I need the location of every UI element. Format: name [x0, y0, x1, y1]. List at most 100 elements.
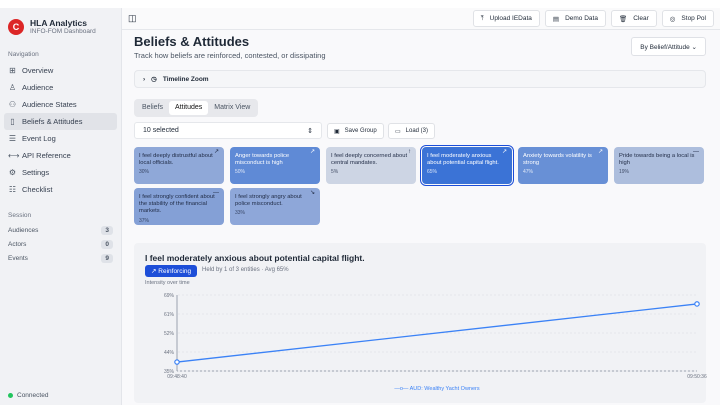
load-button[interactable]: ▭ Load (3) — [388, 123, 436, 139]
timeline-zoom-toggle[interactable]: › ◷ Timeline Zoom — [134, 70, 706, 88]
tab-attitudes[interactable]: Attitudes — [169, 101, 209, 115]
trend-icon: — — [213, 190, 219, 196]
folder-icon: ▭ — [395, 129, 401, 135]
trend-icon: — — [693, 149, 699, 155]
attitude-cards: ↗ I feel deeply distrustful about local o… — [134, 145, 714, 225]
session-label: Events — [8, 254, 28, 262]
gear-icon: ⚙ — [8, 168, 17, 177]
sidebar-item-overview[interactable]: ⊞ Overview — [4, 62, 117, 79]
intensity-chart: 35%44%52%61%69%09:48:40 09:50:36—o— AUD: … — [164, 293, 707, 392]
y-tick-label: 52% — [164, 331, 175, 337]
chevron-down-icon: ⌄ — [691, 44, 697, 51]
brand: C HLA Analytics INFO-FOM Dashboard — [4, 16, 117, 37]
clear-button[interactable]: 🗑 Clear — [610, 10, 657, 27]
load-label: Load (3) — [405, 128, 429, 134]
sidebar: C HLA Analytics INFO-FOM Dashboard Navig… — [0, 8, 122, 405]
attitude-card[interactable]: ↑ I feel deeply concerned about central m… — [326, 147, 416, 184]
user-icon: ♙ — [8, 83, 17, 92]
status-dot-icon — [8, 393, 13, 398]
demo-label: Demo Data — [565, 15, 598, 22]
attitude-card[interactable]: ↗ Anger towards police misconduct is high… — [230, 147, 320, 184]
attitude-card[interactable]: — I feel strongly confident about the sta… — [134, 188, 224, 225]
card-text: I feel deeply concerned about central ma… — [331, 153, 408, 167]
card-text: Anxiety towards volatility is strong — [523, 153, 592, 167]
demo-data-button[interactable]: ▤ Demo Data — [544, 10, 606, 27]
sidebar-item-checklist[interactable]: ☷ Checklist — [4, 181, 117, 198]
tab-beliefs[interactable]: Beliefs — [136, 101, 169, 115]
sidebar-item-label: Checklist — [22, 185, 53, 194]
sidebar-item-audience-states[interactable]: ⚇ Audience States — [4, 96, 117, 113]
card-percent: 50% — [235, 169, 246, 176]
attitude-card[interactable]: ↗ I feel moderately anxious about potenti… — [420, 145, 514, 186]
attitude-card[interactable]: ↗ Anxiety towards volatility is strong 47% — [518, 147, 608, 184]
x-tick-label: 09:50:36 — [687, 374, 707, 380]
badge-label: Reinforcing — [158, 268, 192, 275]
logo-icon: C — [8, 18, 24, 35]
sidebar-item-event-log[interactable]: ☰ Event Log — [4, 130, 117, 147]
sidebar-toggle-icon[interactable]: ◫ — [128, 13, 137, 24]
y-tick-label: 61% — [164, 312, 175, 318]
y-tick-label: 44% — [164, 350, 175, 356]
chart-label: Intensity over time — [145, 280, 190, 286]
session-row: Actors 0 — [4, 237, 117, 251]
detail-panel: I feel moderately anxious about potentia… — [134, 243, 707, 403]
attitude-card[interactable]: — Pride towards being a local is high 19% — [614, 147, 704, 184]
save-group-button[interactable]: ▣ Save Group — [327, 123, 384, 139]
selection-select[interactable]: 10 selected ⇕ — [134, 122, 322, 139]
clear-label: Clear — [633, 15, 649, 22]
card-percent: 47% — [523, 169, 534, 176]
session-row: Events 9 — [4, 251, 117, 265]
database-icon: ▤ — [552, 15, 560, 23]
legend-entry: —o— AUD: Wealthy Yacht Owners — [394, 386, 480, 392]
log-icon: ☰ — [8, 134, 17, 143]
attitude-card[interactable]: ↗ I feel deeply distrustful about local o… — [134, 147, 224, 184]
upload-button[interactable]: ⤒ Upload IEData — [472, 10, 540, 27]
trend-icon: ↘ — [309, 190, 315, 196]
selection-value: 10 selected — [143, 127, 179, 134]
attitude-card[interactable]: ↘ I feel strongly angry about police misc… — [230, 188, 320, 225]
group-by-select[interactable]: By Belief/Attitude ⌄ — [631, 37, 706, 56]
card-percent: 5% — [331, 169, 339, 176]
clock-icon: ◷ — [151, 76, 157, 83]
data-point[interactable] — [174, 359, 180, 365]
group-by-value: By Belief/Attitude — [640, 44, 690, 51]
tab-matrix-view[interactable]: Matrix View — [208, 101, 256, 115]
sidebar-item-label: Settings — [22, 168, 50, 177]
card-percent: 37% — [139, 217, 150, 224]
card-percent: 65% — [427, 169, 438, 176]
session-row: Audiences 3 — [4, 223, 117, 237]
brand-title: HLA Analytics — [30, 18, 87, 28]
trend-icon: ↗ — [213, 149, 219, 155]
card-text: I feel deeply distrustful about local of… — [139, 153, 213, 167]
sidebar-item-label: Overview — [22, 66, 54, 75]
nav-section-label: Navigation — [8, 51, 39, 58]
card-text: Pride towards being a local is high — [619, 153, 695, 167]
checklist-icon: ☷ — [8, 185, 17, 194]
card-percent: 30% — [139, 169, 150, 176]
trend-up-icon: ↗ — [151, 268, 157, 275]
card-text: Anger towards police misconduct is high — [235, 153, 290, 167]
users-icon: ⚇ — [8, 100, 17, 109]
session-count: 0 — [101, 239, 113, 249]
trend-icon: ↑ — [408, 149, 411, 155]
sidebar-item-label: Audience States — [22, 100, 77, 109]
save-label: Save Group — [344, 128, 377, 134]
stop-button[interactable]: ◎ Stop Pol — [661, 10, 714, 27]
detail-title: I feel moderately anxious about potentia… — [145, 253, 365, 263]
session-label: Session — [8, 212, 32, 219]
session-label: Audiences — [8, 226, 39, 234]
data-point[interactable] — [694, 301, 700, 307]
sidebar-item-api-reference[interactable]: ⟷ API Reference — [4, 147, 117, 164]
chevron-updown-icon: ⇕ — [307, 128, 313, 135]
sidebar-item-label: Event Log — [22, 134, 56, 143]
x-tick-label: 09:48:40 — [167, 374, 187, 380]
card-text: I feel strongly angry about police misco… — [235, 194, 302, 208]
upload-icon: ⤒ — [480, 14, 484, 22]
trend-icon: ↗ — [309, 149, 315, 155]
sidebar-item-beliefs-attitudes[interactable]: ▯ Beliefs & Attitudes — [4, 113, 117, 130]
sidebar-item-audience[interactable]: ♙ Audience — [4, 79, 117, 96]
y-tick-label: 69% — [164, 293, 175, 299]
upload-label: Upload IEData — [489, 15, 532, 22]
session-count: 3 — [101, 225, 113, 235]
sidebar-item-settings[interactable]: ⚙ Settings — [4, 164, 117, 181]
